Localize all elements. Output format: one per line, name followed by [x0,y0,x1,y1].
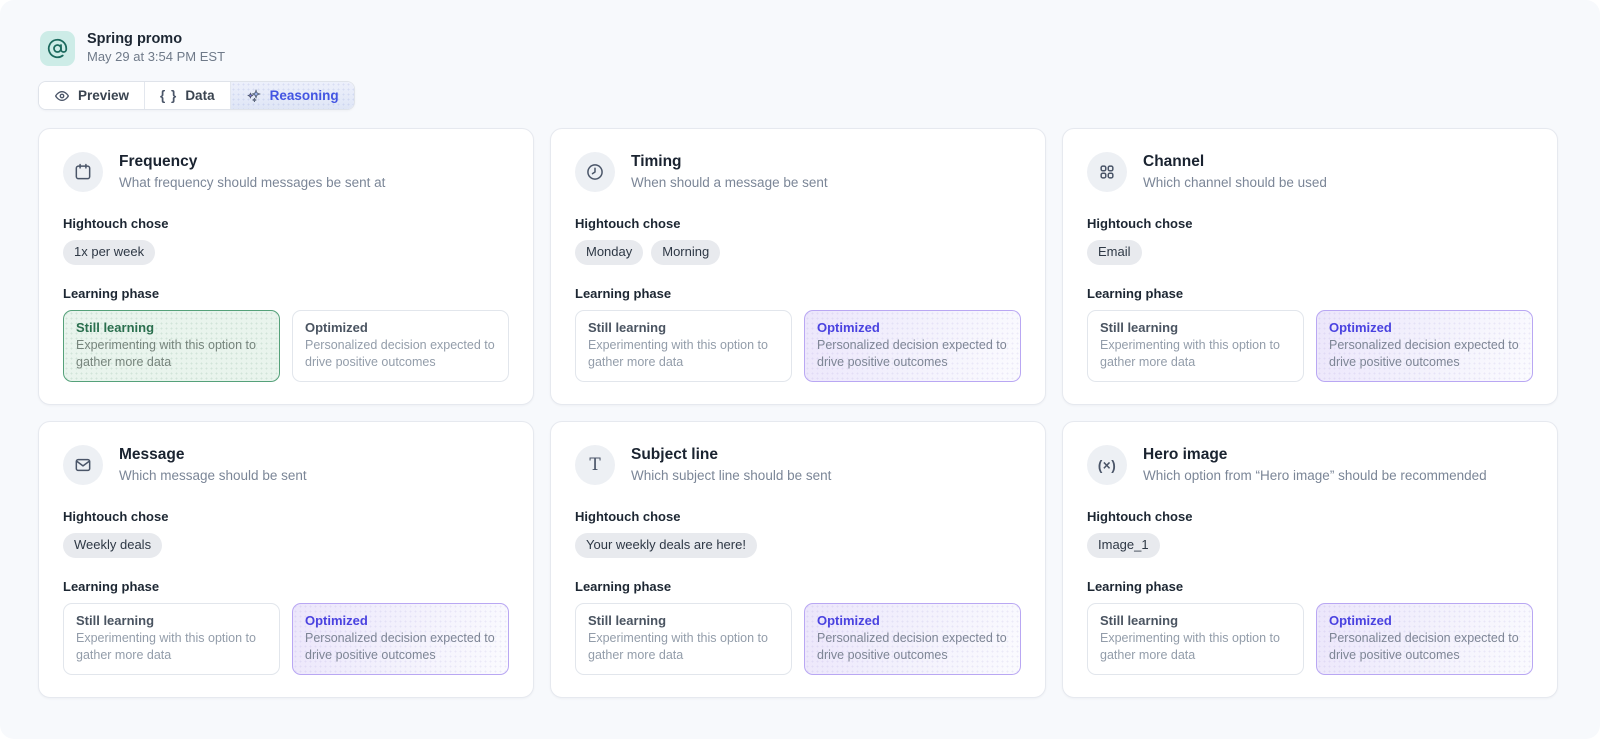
option-description: Personalized decision expected to drive … [817,630,1008,664]
hightouch-chose-label: Hightouch chose [63,509,509,524]
option-description: Experimenting with this option to gather… [76,630,267,664]
option-title: Optimized [817,320,1008,335]
learning-phase-label: Learning phase [575,286,1021,301]
option-description: Personalized decision expected to drive … [1329,337,1520,371]
tab-reasoning[interactable]: Reasoning [231,82,354,109]
option-still: Still learning Experimenting with this o… [575,310,792,382]
chosen-value-chip: 1x per week [63,240,155,265]
timestamp: May 29 at 3:54 PM EST [87,49,225,66]
learning-phase-label: Learning phase [63,286,509,301]
option-still: Still learning Experimenting with this o… [1087,603,1304,675]
grid-icon [1087,152,1127,192]
chosen-value-chip: Your weekly deals are here! [575,533,757,558]
learning-phase-label: Learning phase [575,579,1021,594]
at-sign-icon [40,31,75,66]
option-description: Personalized decision expected to drive … [817,337,1008,371]
card-subject-line: T Subject line Which subject line should… [550,421,1046,698]
chosen-value-chip: Morning [651,240,720,265]
option-title: Still learning [588,613,779,628]
option-optimized: Optimized Personalized decision expected… [292,310,509,382]
card-title: Timing [631,152,828,172]
decision-cards-grid: Frequency What frequency should messages… [0,110,1600,698]
option-title: Optimized [305,613,496,628]
option-optimized: Optimized Personalized decision expected… [1316,603,1533,675]
option-still: Still learning Experimenting with this o… [1087,310,1304,382]
header-text: Spring promo May 29 at 3:54 PM EST [87,30,225,66]
clock-icon [575,152,615,192]
option-title: Still learning [1100,613,1291,628]
chosen-value-chip: Weekly deals [63,533,162,558]
option-title: Still learning [76,320,267,335]
learning-phase-label: Learning phase [1087,286,1533,301]
chosen-value-chip: Monday [575,240,643,265]
card-title: Message [119,445,307,465]
tab-label: Reasoning [270,88,339,103]
card-description: When should a message be sent [631,174,828,192]
sparkles-icon [246,88,262,104]
option-optimized: Optimized Personalized decision expected… [292,603,509,675]
mail-icon [63,445,103,485]
option-title: Still learning [588,320,779,335]
option-description: Personalized decision expected to drive … [305,630,496,664]
card-title: Hero image [1143,445,1487,465]
hightouch-chose-label: Hightouch chose [1087,509,1533,524]
card-description: Which channel should be used [1143,174,1327,192]
tab-data[interactable]: { } Data [145,82,231,109]
learning-phase-label: Learning phase [63,579,509,594]
learning-phase-label: Learning phase [1087,579,1533,594]
tab-label: Preview [78,88,129,103]
chosen-value-chip: Email [1087,240,1142,265]
option-title: Optimized [817,613,1008,628]
hightouch-chose-label: Hightouch chose [63,216,509,231]
option-title: Still learning [76,613,267,628]
card-title: Subject line [631,445,831,465]
option-still: Still learning Experimenting with this o… [63,603,280,675]
option-title: Optimized [305,320,496,335]
option-title: Optimized [1329,613,1520,628]
variable-icon: (×) [1087,445,1127,485]
hightouch-chose-label: Hightouch chose [1087,216,1533,231]
card-timing: Timing When should a message be sent Hig… [550,128,1046,405]
option-description: Experimenting with this option to gather… [76,337,267,371]
card-hero-image: (×) Hero image Which option from “Hero i… [1062,421,1558,698]
card-description: Which option from “Hero image” should be… [1143,467,1487,485]
option-title: Still learning [1100,320,1291,335]
text-icon: T [575,445,615,485]
option-description: Personalized decision expected to drive … [305,337,496,371]
option-description: Experimenting with this option to gather… [1100,337,1291,371]
braces-icon: { } [160,88,177,103]
view-tabs: Preview { } Data Reasoning [38,81,355,110]
option-title: Optimized [1329,320,1520,335]
card-description: Which message should be sent [119,467,307,485]
option-description: Personalized decision expected to drive … [1329,630,1520,664]
hightouch-chose-label: Hightouch chose [575,509,1021,524]
hightouch-chose-label: Hightouch chose [575,216,1021,231]
card-title: Frequency [119,152,385,172]
option-description: Experimenting with this option to gather… [588,630,779,664]
option-optimized: Optimized Personalized decision expected… [1316,310,1533,382]
option-still: Still learning Experimenting with this o… [63,310,280,382]
option-description: Experimenting with this option to gather… [1100,630,1291,664]
option-description: Experimenting with this option to gather… [588,337,779,371]
card-title: Channel [1143,152,1327,172]
option-still: Still learning Experimenting with this o… [575,603,792,675]
card-message: Message Which message should be sent Hig… [38,421,534,698]
card-frequency: Frequency What frequency should messages… [38,128,534,405]
option-optimized: Optimized Personalized decision expected… [804,603,1021,675]
card-description: Which subject line should be sent [631,467,831,485]
tab-label: Data [185,88,214,103]
chosen-value-chip: Image_1 [1087,533,1160,558]
card-description: What frequency should messages be sent a… [119,174,385,192]
page-header: Spring promo May 29 at 3:54 PM EST [0,0,1600,66]
option-optimized: Optimized Personalized decision expected… [804,310,1021,382]
reasoning-page: Spring promo May 29 at 3:54 PM EST Previ… [0,0,1600,739]
eye-icon [54,88,70,104]
card-channel: Channel Which channel should be used Hig… [1062,128,1558,405]
calendar-icon [63,152,103,192]
page-title: Spring promo [87,30,225,48]
tab-preview[interactable]: Preview [39,82,145,109]
